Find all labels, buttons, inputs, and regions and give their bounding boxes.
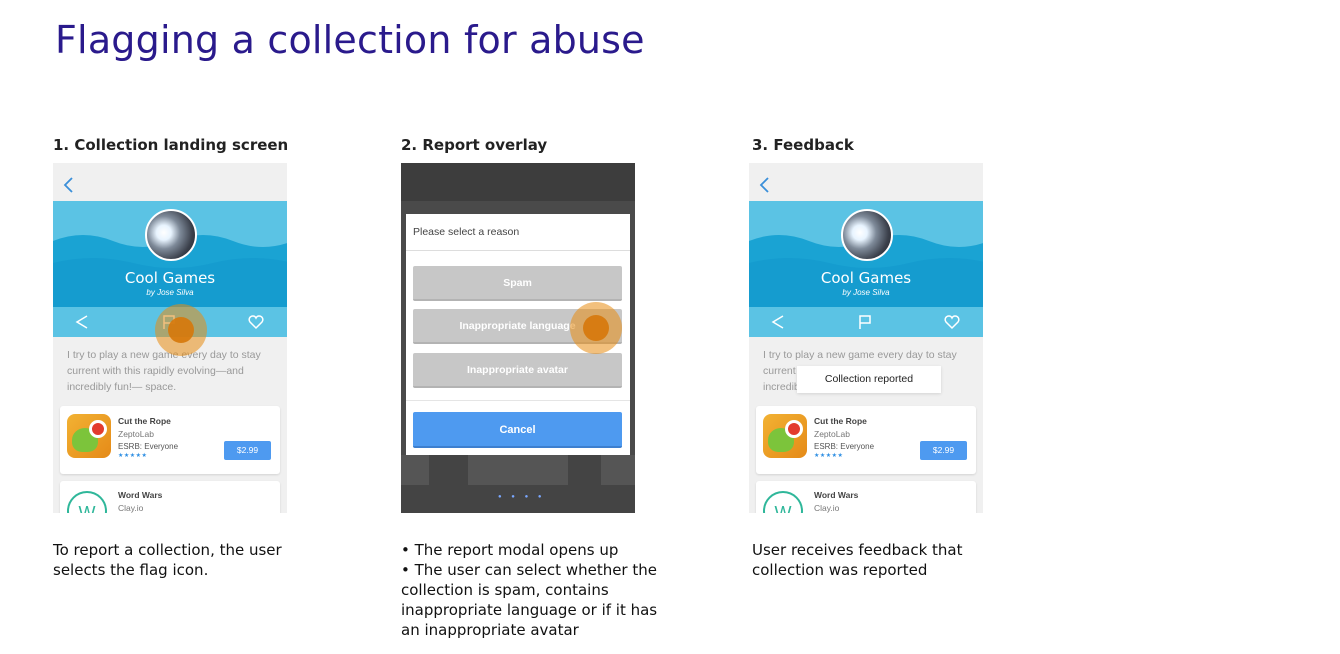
modal-header: Please select a reason — [406, 214, 630, 251]
game-developer: ZeptoLab — [118, 429, 154, 439]
step-1-caption: To report a collection, the user selects… — [53, 541, 282, 579]
heart-icon[interactable] — [943, 313, 961, 331]
avatar — [841, 209, 893, 261]
list-item[interactable]: W Word Wars Clay.io — [756, 481, 976, 513]
game-title: Cut the Rope — [814, 416, 867, 426]
page-title: Flagging a collection for abuse — [55, 18, 645, 62]
list-item[interactable]: Cut the Rope ZeptoLab ESRB: Everyone ★★★… — [756, 406, 976, 474]
collection-author: by Jose Silva — [842, 288, 890, 297]
game-developer: Clay.io — [814, 503, 840, 513]
step-3-heading: 3. Feedback — [752, 136, 854, 154]
avatar — [145, 209, 197, 261]
game-rating: ESRB: Everyone — [118, 442, 179, 451]
touch-indicator — [570, 302, 622, 354]
star-rating-icon: ★★★★★ — [814, 453, 844, 459]
share-icon[interactable] — [769, 313, 787, 331]
step-2-caption: • The report modal opens up • The user c… — [401, 541, 658, 639]
price-button[interactable]: $2.99 — [920, 441, 967, 460]
cut-the-rope-icon — [763, 414, 807, 458]
collection-landing-screen: Cool Games by Jose Silva I try to play a… — [53, 163, 287, 513]
collection-hero: Cool Games by Jose Silva — [53, 201, 287, 307]
flag-icon[interactable] — [856, 313, 874, 331]
game-title: Cut the Rope — [118, 416, 171, 426]
game-developer: ZeptoLab — [814, 429, 850, 439]
word-wars-icon: W — [763, 491, 803, 513]
game-developer: Clay.io — [118, 503, 144, 513]
cut-the-rope-icon — [67, 414, 111, 458]
collection-name: Cool Games — [820, 269, 912, 287]
star-rating-icon: ★★★★★ — [118, 453, 148, 459]
heart-icon[interactable] — [247, 313, 265, 331]
game-title: Word Wars — [118, 490, 163, 500]
price-button[interactable]: $2.99 — [224, 441, 271, 460]
page-dots: ● ● ● ● — [498, 494, 546, 500]
collection-reported-toast: Collection reported — [797, 366, 941, 393]
game-rating: ESRB: Everyone — [814, 442, 875, 451]
collection-hero: Cool Games by Jose Silva — [749, 201, 983, 307]
back-chevron-icon[interactable] — [755, 175, 775, 195]
step-1-heading: 1. Collection landing screen — [53, 136, 289, 154]
collection-name: Cool Games — [124, 269, 216, 287]
reason-spam-button[interactable]: Spam — [413, 266, 622, 301]
list-item[interactable]: Cut the Rope ZeptoLab ESRB: Everyone ★★★… — [60, 406, 280, 474]
word-wars-icon: W — [67, 491, 107, 513]
action-bar — [749, 307, 983, 337]
collection-author: by Jose Silva — [146, 288, 194, 297]
reason-avatar-button[interactable]: Inappropriate avatar — [413, 353, 622, 388]
feedback-screen: Cool Games by Jose Silva I try to play a… — [749, 163, 983, 513]
step-2-heading: 2. Report overlay — [401, 136, 548, 154]
game-title: Word Wars — [814, 490, 859, 500]
report-overlay-screen: ● ● ● ● Please select a reason Spam Inap… — [401, 163, 635, 513]
share-icon[interactable] — [73, 313, 91, 331]
touch-indicator — [155, 304, 207, 356]
list-item[interactable]: W Word Wars Clay.io — [60, 481, 280, 513]
step-3-caption: User receives feedback that collection w… — [752, 541, 963, 579]
back-chevron-icon[interactable] — [59, 175, 79, 195]
cancel-button[interactable]: Cancel — [413, 412, 622, 448]
